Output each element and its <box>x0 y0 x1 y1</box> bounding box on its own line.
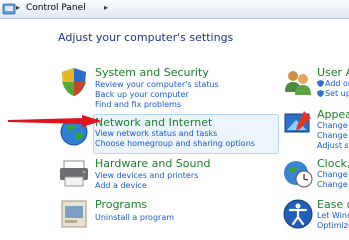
network-and-internet-link[interactable]: Network and Internet <box>95 116 212 129</box>
breadcrumb-separator[interactable]: ▸ <box>104 3 108 12</box>
users-icon <box>285 71 311 95</box>
view-devices-printers-link[interactable]: View devices and printers <box>95 171 198 180</box>
change-theme-link[interactable]: Change th <box>317 121 349 130</box>
add-device-link[interactable]: Add a device <box>95 181 147 190</box>
appearance-icon <box>284 111 311 133</box>
breadcrumb-separator[interactable]: ▸ <box>16 3 20 12</box>
set-up-link[interactable]: Set up <box>325 89 349 98</box>
system-and-security-link[interactable]: System and Security <box>95 66 209 79</box>
shield-icon <box>317 90 324 97</box>
annotation-arrow <box>8 115 102 127</box>
shield-icon <box>317 80 324 87</box>
find-fix-problems-link[interactable]: Find and fix problems <box>95 100 181 109</box>
programs-icon <box>61 200 87 228</box>
change-display-language-link[interactable]: Change d <box>317 180 349 189</box>
ease-of-access-link[interactable]: Ease of <box>317 198 349 211</box>
clock-globe-icon <box>284 161 313 188</box>
back-up-link[interactable]: Back up your computer <box>95 90 189 99</box>
page-title: Adjust your computer's settings <box>58 31 234 44</box>
change-desktop-link[interactable]: Change d <box>317 131 349 140</box>
address-bar: ▸ Control Panel ▸ <box>0 0 349 19</box>
hardware-and-sound-link[interactable]: Hardware and Sound <box>95 157 210 170</box>
adjust-screen-link[interactable]: Adjust sc <box>317 141 349 150</box>
change-keyboards-link[interactable]: Change k <box>317 170 349 179</box>
view-network-status-link[interactable]: View network status and tasks <box>95 129 217 138</box>
uninstall-program-link[interactable]: Uninstall a program <box>95 213 174 222</box>
control-panel-icon <box>2 3 16 15</box>
optimize-display-link[interactable]: Optimize <box>317 221 349 230</box>
ease-of-access-icon <box>283 199 313 229</box>
homegroup-sharing-link[interactable]: Choose homegroup and sharing options <box>95 139 255 148</box>
user-accounts-link[interactable]: User Ac <box>317 66 349 79</box>
let-windows-suggest-link[interactable]: Let Wind <box>317 211 349 220</box>
clock-language-region-link[interactable]: Clock, L <box>317 157 349 170</box>
programs-link[interactable]: Programs <box>95 198 147 211</box>
add-or-remove-link[interactable]: Add or <box>325 79 349 88</box>
review-status-link[interactable]: Review your computer's status <box>95 80 219 89</box>
shield-icon <box>62 68 86 96</box>
printer-icon <box>60 160 88 187</box>
breadcrumb-control-panel[interactable]: Control Panel <box>26 3 86 13</box>
appearance-link[interactable]: Appear <box>317 108 349 121</box>
